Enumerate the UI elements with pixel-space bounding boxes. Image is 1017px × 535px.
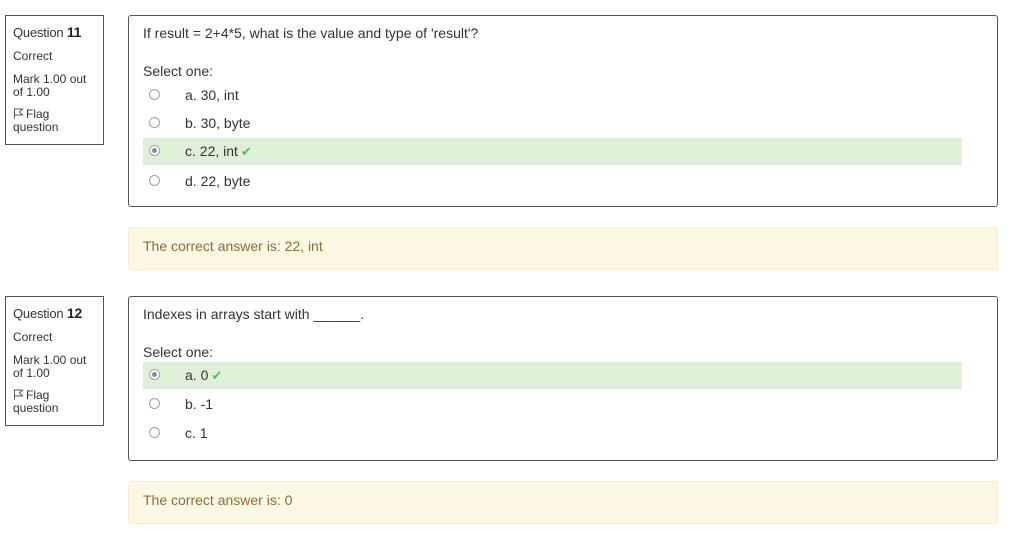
question-content-11: If result = 2+4*5, what is the value and… [128,15,998,207]
answer-option-b[interactable]: b. 30, byte [143,110,962,137]
question-prefix: Question [13,25,64,40]
flag-question-link[interactable]: Flag question [13,108,96,134]
question-state: Correct [13,330,53,344]
question-info-12: Question 12 Correct Mark 1.00 out of 1.0… [5,296,104,426]
question-text: If result = 2+4*5, what is the value and… [143,25,479,41]
question-grade: Mark 1.00 out of 1.00 [13,72,87,99]
option-label: c. 22, int [185,143,238,159]
option-label-wrap: a. 0 ✔ [185,367,222,384]
correct-answer-feedback: The correct answer is: 22, int [128,227,998,270]
question-text: Indexes in arrays start with ______. [143,306,365,322]
check-icon: ✔ [240,144,252,159]
feedback-text: The correct answer is: 0 [143,492,293,508]
select-one-prompt: Select one: [143,344,214,360]
question-prefix: Question [13,306,64,321]
question-grade: Mark 1.00 out of 1.00 [13,353,87,380]
answer-option-b[interactable]: b. -1 [143,391,962,418]
answer-option-a[interactable]: a. 0 ✔ [143,362,962,389]
answer-option-a[interactable]: a. 30, int [143,82,962,109]
option-label: d. 22, byte [185,173,251,189]
option-label: a. 30, int [185,87,239,103]
correct-answer-feedback: The correct answer is: 0 [128,481,998,524]
question-number-value: 11 [66,24,82,40]
option-label: b. 30, byte [185,115,251,131]
option-label: b. -1 [185,396,214,412]
select-one-prompt: Select one: [143,63,214,79]
check-icon: ✔ [211,368,223,383]
question-content-12: Indexes in arrays start with ______. Sel… [128,296,998,461]
question-number: Question 12 [13,305,96,321]
flag-icon [14,389,24,400]
radio-button-selected[interactable] [149,369,160,380]
question-number: Question 11 [13,24,96,40]
answer-option-c[interactable]: c. 1 [143,420,962,447]
feedback-text: The correct answer is: 22, int [143,238,323,254]
answer-option-c[interactable]: c. 22, int ✔ [143,138,962,165]
question-info-11: Question 11 Correct Mark 1.00 out of 1.0… [5,15,104,145]
flag-icon [14,108,24,119]
radio-button[interactable] [149,427,160,438]
option-label-wrap: c. 22, int ✔ [185,143,252,160]
radio-button[interactable] [149,175,160,186]
radio-button[interactable] [149,398,160,409]
option-label: c. 1 [185,425,208,441]
radio-button-selected[interactable] [149,145,160,156]
radio-button[interactable] [149,89,160,100]
question-number-value: 12 [66,305,83,321]
option-label: a. 0 [185,367,209,383]
radio-button[interactable] [149,117,160,128]
answer-option-d[interactable]: d. 22, byte [143,168,962,195]
question-state: Correct [13,49,53,63]
flag-question-link[interactable]: Flag question [13,389,96,415]
